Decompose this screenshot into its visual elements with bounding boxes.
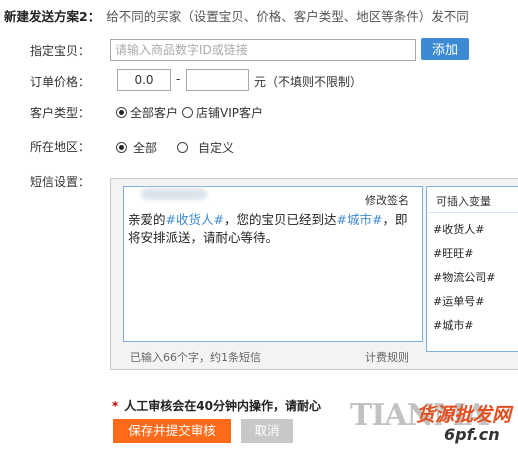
product-id-input[interactable]: [110, 39, 416, 61]
radio-region-custom[interactable]: [177, 142, 189, 153]
message-mid: ，您的宝贝已经到达: [223, 212, 337, 227]
watermark-cn: 货源批发网: [416, 404, 512, 426]
variable-recipient[interactable]: #收货人#: [433, 221, 484, 237]
add-product-button[interactable]: 添加: [421, 38, 469, 60]
region-radios: 全部 自定义: [116, 139, 246, 156]
save-submit-button[interactable]: 保存并提交审核: [113, 419, 231, 443]
variable-city[interactable]: #城市#: [433, 317, 473, 333]
variable-logistics-company[interactable]: #物流公司#: [433, 269, 495, 285]
price-separator: -: [176, 72, 181, 86]
variable-tracking-number[interactable]: #运单号#: [433, 293, 484, 309]
required-star: *: [112, 399, 119, 413]
message-prefix: 亲爱的: [128, 212, 166, 227]
variables-divider: [428, 212, 518, 213]
sms-char-count: 已输入66个字，约1条短信: [130, 351, 261, 364]
product-label: 指定宝贝：: [30, 44, 91, 58]
radio-vip-customers-label: 店铺VIP客户: [196, 106, 264, 120]
review-notice: * 人工审核会在40分钟内操作，请耐心: [112, 397, 321, 414]
price-unit-note: 元（不填则不限制）: [254, 75, 363, 89]
price-min-input[interactable]: [117, 69, 171, 91]
watermark-url: 6pf.cn: [444, 425, 500, 444]
cancel-button[interactable]: 取消: [241, 419, 293, 443]
radio-all-customers-label: 全部客户: [130, 106, 179, 120]
radio-region-all-label: 全部: [133, 141, 158, 155]
variable-wangwang[interactable]: #旺旺#: [433, 245, 473, 261]
customer-type-label: 客户类型：: [30, 106, 91, 120]
variables-title: 可插入变量: [436, 195, 491, 208]
price-max-input[interactable]: [186, 69, 249, 91]
price-label: 订单价格：: [30, 75, 91, 89]
customer-type-radios: 全部客户 店铺VIP客户: [116, 104, 275, 121]
message-var-city: #城市#: [336, 212, 383, 227]
blurred-signature-name: [141, 188, 207, 200]
page-header: 新建发送方案2： 给不同的买家（设置宝贝、价格、客户类型、地区等条件）发不同: [4, 6, 469, 25]
sms-message-editor[interactable]: [123, 186, 423, 342]
sms-label: 短信设置：: [30, 175, 91, 189]
radio-region-custom-label: 自定义: [198, 141, 235, 155]
sms-message-text: 亲爱的#收货人#，您的宝贝已经到达#城市#，即将安排派送，请耐心等待。: [128, 211, 418, 247]
radio-vip-customers[interactable]: [182, 107, 194, 118]
radio-all-customers[interactable]: [116, 107, 127, 118]
page-description: 给不同的买家（设置宝贝、价格、客户类型、地区等条件）发不同: [106, 9, 469, 24]
edit-signature-link[interactable]: 修改签名: [365, 192, 409, 208]
review-notice-text: 人工审核会在40分钟内操作，请耐心: [124, 399, 321, 413]
radio-region-all[interactable]: [116, 142, 127, 153]
pricing-rule-link[interactable]: 计费规则: [365, 349, 409, 365]
message-var-recipient: #收货人#: [165, 212, 224, 227]
page-title: 新建发送方案2：: [4, 9, 101, 24]
region-label: 所在地区：: [30, 140, 91, 154]
